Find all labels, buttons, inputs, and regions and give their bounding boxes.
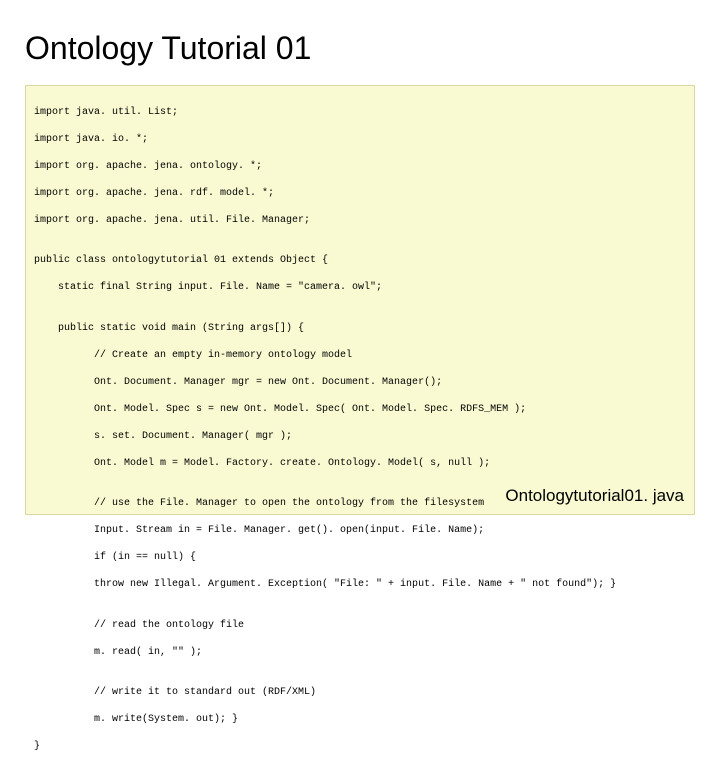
code-line: // write it to standard out (RDF/XML)	[34, 686, 686, 700]
code-line: import org. apache. jena. ontology. *;	[34, 160, 686, 174]
code-line: s. set. Document. Manager( mgr );	[34, 430, 686, 444]
code-line: Ont. Model. Spec s = new Ont. Model. Spe…	[34, 403, 686, 417]
code-line: import java. io. *;	[34, 133, 686, 147]
code-line: }	[34, 740, 686, 754]
code-line: import java. util. List;	[34, 106, 686, 120]
code-line: Input. Stream in = File. Manager. get().…	[34, 524, 686, 538]
code-line: import org. apache. jena. rdf. model. *;	[34, 187, 686, 201]
code-line: throw new Illegal. Argument. Exception( …	[34, 578, 686, 592]
code-line: public static void main (String args[]) …	[34, 322, 686, 336]
code-line: Ont. Document. Manager mgr = new Ont. Do…	[34, 376, 686, 390]
code-line: import org. apache. jena. util. File. Ma…	[34, 214, 686, 228]
page-title: Ontology Tutorial 01	[25, 30, 695, 67]
code-line: m. read( in, "" );	[34, 646, 686, 660]
code-line: Ont. Model m = Model. Factory. create. O…	[34, 457, 686, 471]
code-line: // Create an empty in-memory ontology mo…	[34, 349, 686, 363]
code-line: // read the ontology file	[34, 619, 686, 633]
code-block: import java. util. List; import java. io…	[25, 85, 695, 515]
code-line: static final String input. File. Name = …	[34, 281, 686, 295]
code-line: if (in == null) {	[34, 551, 686, 565]
code-line: public class ontologytutorial 01 extends…	[34, 254, 686, 268]
code-line: m. write(System. out); }	[34, 713, 686, 727]
filename-label: Ontologytutorial01. java	[505, 485, 684, 508]
